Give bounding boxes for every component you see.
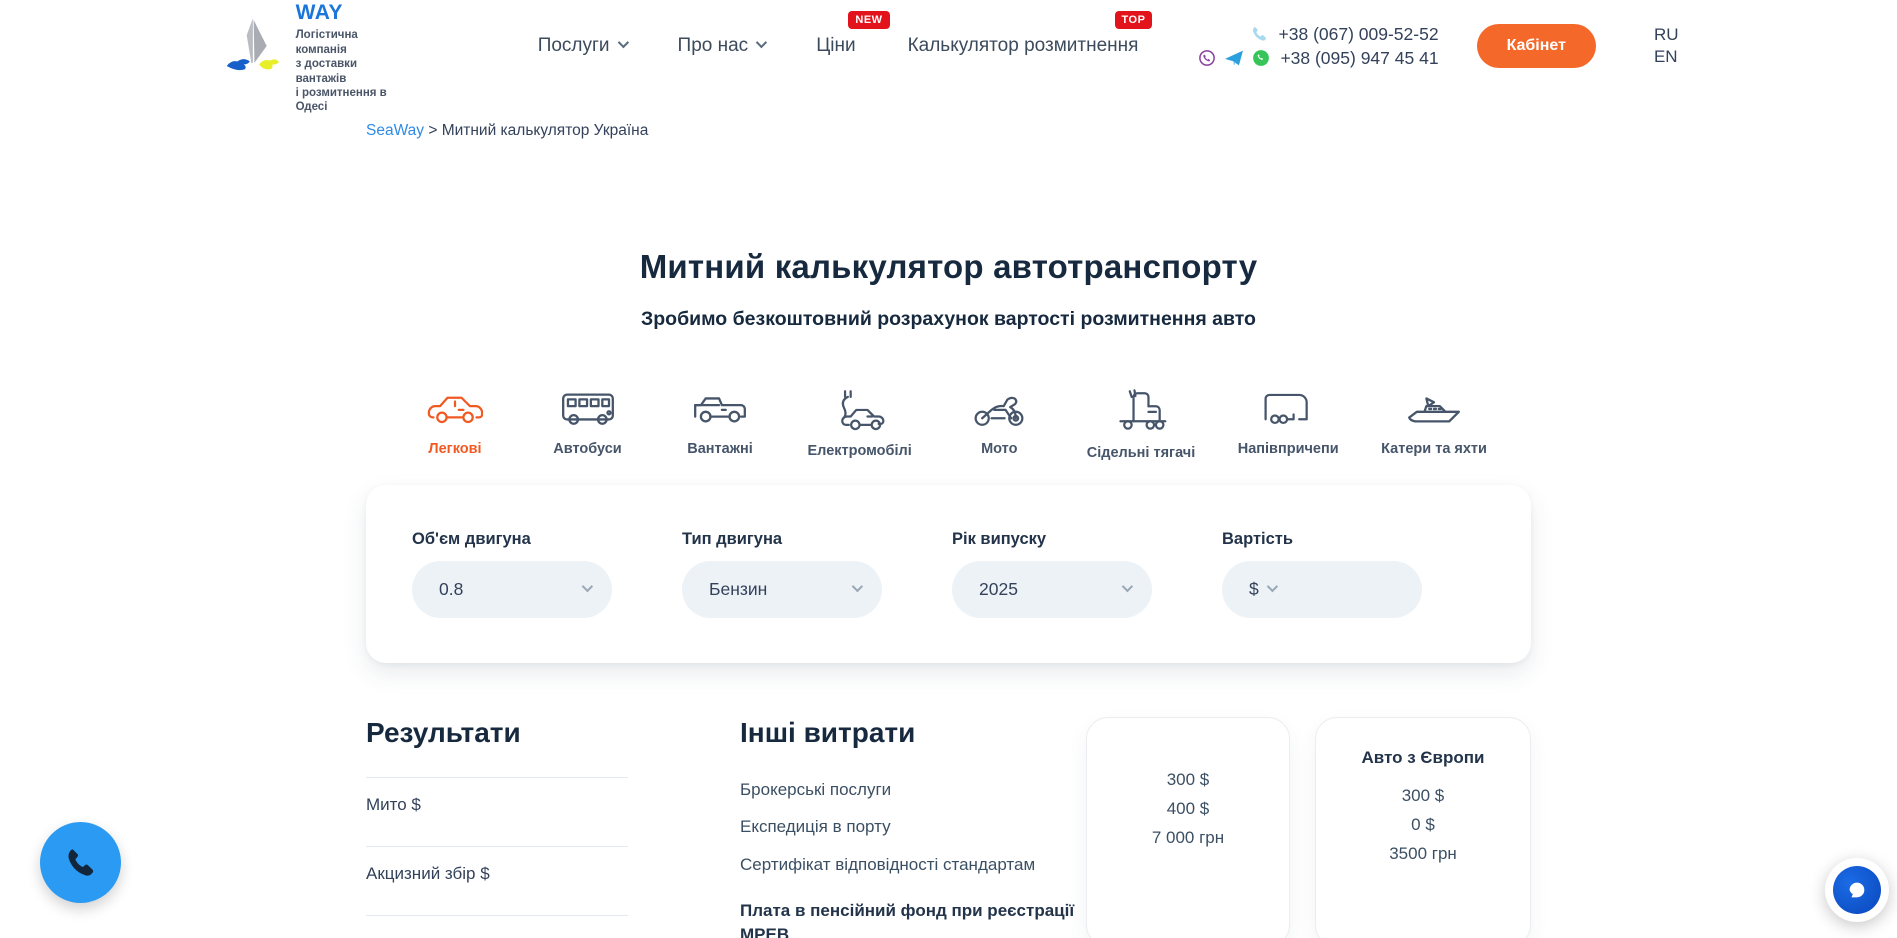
car-icon — [427, 387, 483, 429]
calculator-form: Об'єм двигуна 0.8 Тип двигуна Бензин Рік… — [366, 485, 1531, 663]
cost-values-card: 300 $ 400 $ 7 000 грн — [1086, 717, 1290, 938]
tab-buses[interactable]: Автобуси — [543, 387, 633, 461]
engine-volume-field: Об'єм двигуна 0.8 — [412, 530, 612, 618]
europe-value: 300 $ — [1330, 782, 1516, 811]
cost-value: 7 000 грн — [1101, 824, 1275, 853]
field-label: Об'єм двигуна — [412, 530, 612, 549]
result-item-excise: Акцизний збір $ — [366, 846, 628, 915]
new-badge: NEW — [848, 11, 889, 29]
nav-label: Ціни — [816, 35, 855, 57]
engine-type-field: Тип двигуна Бензин — [682, 530, 882, 618]
motorcycle-icon — [971, 387, 1027, 429]
chevron-down-icon — [756, 37, 767, 48]
europe-card: Авто з Європи 300 $ 0 $ 3500 грн — [1315, 717, 1531, 938]
language-switcher: RU EN — [1654, 25, 1679, 67]
cost-item-broker: Брокерські послуги — [740, 779, 1082, 800]
tab-boats-yachts[interactable]: Катери та яхти — [1381, 387, 1487, 461]
nav-label: Послуги — [538, 35, 610, 57]
breadcrumb-current: Митний калькулятор Україна — [442, 122, 649, 139]
brand-name: SEA WAY — [296, 0, 393, 25]
nav-label: Про нас — [678, 35, 749, 57]
bus-icon — [559, 387, 617, 429]
tab-trucks[interactable]: Вантажні — [675, 387, 765, 461]
breadcrumb-separator: > — [424, 122, 442, 139]
chevron-down-icon — [582, 580, 593, 591]
cabinet-button[interactable]: Кабінет — [1477, 24, 1596, 68]
phone-number-2[interactable]: +38 (095) 947 45 41 — [1280, 48, 1438, 69]
result-divider — [366, 915, 628, 919]
europe-value: 3500 грн — [1330, 840, 1516, 869]
logo[interactable]: SEA WAY Логістична компанія з доставки в… — [219, 0, 393, 115]
lang-ru[interactable]: RU — [1654, 25, 1679, 45]
other-costs-section: Інші витрати Брокерські послуги Експедиц… — [740, 717, 1082, 938]
results-title: Результати — [366, 717, 740, 749]
call-fab-button[interactable] — [40, 822, 121, 903]
electric-car-icon — [832, 387, 888, 431]
chat-bubble-icon — [1833, 866, 1881, 914]
chat-widget-button[interactable] — [1825, 858, 1889, 922]
engine-volume-select[interactable]: 0.8 — [412, 561, 612, 618]
page-subtitle: Зробимо безкоштовний розрахунок вартості… — [366, 308, 1531, 331]
nav-item-services[interactable]: Послуги — [538, 35, 626, 57]
truck-icon — [691, 387, 749, 429]
semi-tractor-icon — [1113, 387, 1169, 433]
tab-semi-tractors[interactable]: Сідельні тягачі — [1087, 387, 1195, 461]
other-costs-title: Інші витрати — [740, 717, 1082, 749]
field-label: Рік випуску — [952, 530, 1152, 549]
page-title: Митний калькулятор автотранспорту — [366, 248, 1531, 286]
main-nav: Послуги Про нас Ціни NEW Калькулятор роз… — [538, 35, 1139, 57]
field-label: Вартість — [1222, 530, 1422, 549]
nav-item-about[interactable]: Про нас — [678, 35, 765, 57]
tab-moto[interactable]: Мото — [954, 387, 1044, 461]
seaway-logo-icon — [219, 6, 282, 86]
tab-semi-trailers[interactable]: Напівпричепи — [1238, 387, 1339, 461]
year-select[interactable]: 2025 — [952, 561, 1152, 618]
breadcrumb: SeaWay > Митний калькулятор Україна — [366, 122, 1531, 140]
tab-cars[interactable]: Легкові — [410, 387, 500, 461]
breadcrumb-home-link[interactable]: SeaWay — [366, 122, 424, 139]
cost-amount-input[interactable] — [1275, 579, 1400, 600]
cost-value: 400 $ — [1101, 795, 1275, 824]
nav-label: Калькулятор розмитнення — [908, 35, 1139, 57]
europe-value: 0 $ — [1330, 811, 1516, 840]
europe-card-title: Авто з Європи — [1330, 748, 1516, 768]
cost-item-certificate: Сертифікат відповідності стандартам — [740, 854, 1082, 875]
vehicle-type-tabs: Легкові Автобуси Вантажні — [366, 387, 1531, 461]
phone-number-1[interactable]: +38 (067) 009-52-52 — [1279, 24, 1439, 45]
result-item-duty: Мито $ — [366, 777, 628, 846]
phone-icon — [1250, 25, 1269, 44]
header-contacts: +38 (067) 009-52-52 — [1198, 21, 1438, 72]
telegram-icon[interactable] — [1224, 49, 1244, 67]
nav-item-calculator[interactable]: Калькулятор розмитнення TOP — [908, 35, 1139, 57]
cost-item-port: Експедиція в порту — [740, 816, 1082, 837]
results-section: Результати Мито $ Акцизний збір $ — [366, 717, 740, 919]
phone-icon — [64, 846, 98, 880]
tab-electric-cars[interactable]: Електромобілі — [808, 387, 912, 461]
cost-value: 300 $ — [1101, 766, 1275, 795]
year-field: Рік випуску 2025 — [952, 530, 1152, 618]
nav-item-prices[interactable]: Ціни NEW — [816, 35, 855, 57]
top-badge: TOP — [1115, 11, 1153, 29]
chevron-down-icon — [1122, 580, 1133, 591]
semi-trailer-icon — [1260, 387, 1316, 429]
cost-item-pension-fund: Плата в пенсійний фонд при реєстрації МР… — [740, 899, 1082, 938]
lang-en[interactable]: EN — [1654, 47, 1679, 67]
chevron-down-icon — [852, 580, 863, 591]
chevron-down-icon — [617, 37, 628, 48]
whatsapp-icon[interactable] — [1252, 49, 1270, 67]
brand-tagline: Логістична компанія з доставки вантажів … — [296, 28, 393, 114]
field-label: Тип двигуна — [682, 530, 882, 549]
cost-input-group: $ — [1222, 561, 1422, 618]
engine-type-select[interactable]: Бензин — [682, 561, 882, 618]
viber-icon[interactable] — [1198, 49, 1216, 67]
header: SEA WAY Логістична компанія з доставки в… — [0, 0, 1897, 92]
cost-field: Вартість $ — [1222, 530, 1422, 618]
currency-select[interactable]: $ — [1249, 579, 1259, 600]
yacht-icon — [1405, 387, 1463, 429]
